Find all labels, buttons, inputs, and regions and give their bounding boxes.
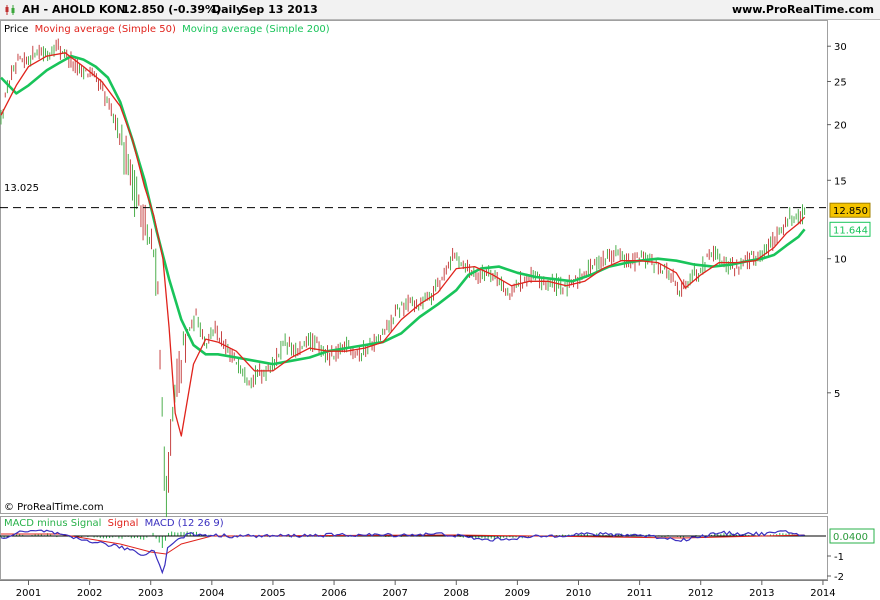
y-tick-label: 10 xyxy=(834,255,847,266)
y-tick-label: 15 xyxy=(834,176,847,187)
legend-line: Price Moving average (Simple 50) Moving … xyxy=(4,24,330,35)
price-panel-border xyxy=(0,20,828,514)
x-tick-label: 2002 xyxy=(77,588,102,599)
x-tick-label: 2009 xyxy=(505,588,530,599)
macd-badge: 0.0400 xyxy=(833,532,868,543)
x-tick-label: 2004 xyxy=(199,588,224,599)
x-tick-label: 2001 xyxy=(16,588,41,599)
badges: 12.850 11.644 xyxy=(829,202,871,237)
x-tick-label: 2007 xyxy=(382,588,407,599)
ma50-series xyxy=(0,52,806,437)
legend-ma200: Moving average (Simple 200) xyxy=(182,24,330,35)
price-y-axis: 30 25 20 15 10 5 xyxy=(827,42,847,400)
price-badge: 12.850 xyxy=(833,206,868,217)
x-tick-label: 2010 xyxy=(566,588,591,599)
y-tick-label: 20 xyxy=(834,121,847,132)
hline-label: 13.025 xyxy=(4,183,39,194)
macd-legend: MACD minus Signal Signal MACD (12 26 9) xyxy=(4,518,224,529)
x-tick-label: 2006 xyxy=(321,588,346,599)
legend-price: Price xyxy=(4,24,28,35)
macd-legend-hist: MACD minus Signal xyxy=(4,518,101,529)
y-tick-label: 25 xyxy=(834,77,847,88)
legend-ma50: Moving average (Simple 50) xyxy=(35,24,176,35)
x-tick-label: 2008 xyxy=(444,588,469,599)
macd-y-tick-label: -1 xyxy=(834,552,844,563)
x-tick-label: 2012 xyxy=(688,588,713,599)
y-tick-label: 30 xyxy=(834,42,847,53)
ma50-line xyxy=(0,52,806,437)
x-tick-label: 2011 xyxy=(627,588,652,599)
ma200-badge: 11.644 xyxy=(833,225,868,236)
x-axis: 2001 2002 2003 2004 2005 2006 2007 2008 2009 2010… xyxy=(16,580,836,599)
x-tick-label: 2013 xyxy=(749,588,774,599)
macd-legend-signal: Signal xyxy=(108,518,139,529)
macd-legend-macd: MACD (12 26 9) xyxy=(145,518,224,529)
macd-y-tick-label: -2 xyxy=(834,572,844,583)
x-tick-label: 2014 xyxy=(810,588,835,599)
copyright-text: © ProRealTime.com xyxy=(4,502,104,513)
x-tick-label: 2005 xyxy=(260,588,285,599)
price-chart: 30 25 20 15 10 5 2001 2002 2003 2004 2005 2006 2007… xyxy=(0,20,875,599)
x-tick-label: 2003 xyxy=(138,588,163,599)
macd-panel xyxy=(0,529,826,575)
y-tick-label: 5 xyxy=(834,389,840,400)
chart-window: AH - AHOLD KON 12.850 (-0.39%) Daily Sep… xyxy=(0,0,880,600)
